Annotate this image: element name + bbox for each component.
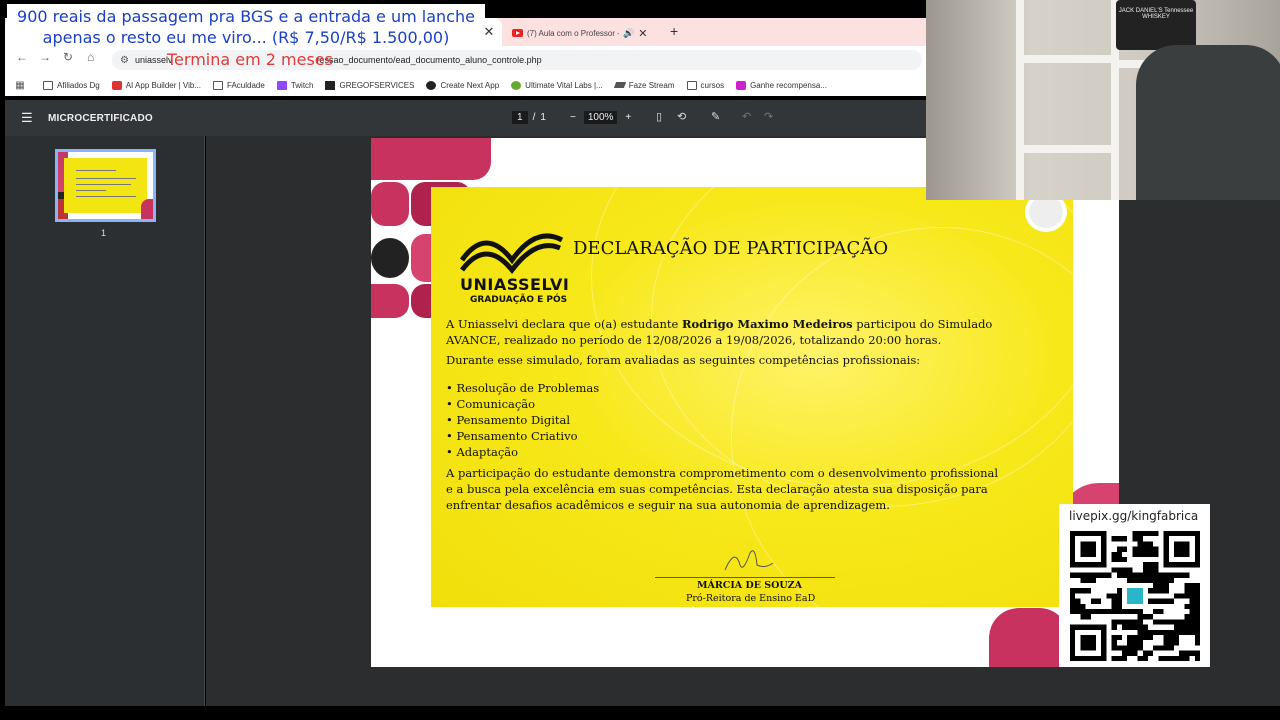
bookmark-label: cursos [700,80,725,90]
pdf-title: MICROCERTIFICADO [48,113,153,124]
new-tab-button[interactable]: + [670,23,678,39]
folder-icon [213,80,223,90]
undo-icon[interactable]: ↶ [742,110,751,123]
bookmark-icon [426,80,437,90]
annotate-icon[interactable]: ✎ [711,110,720,123]
bookmark-label: Ultimate Vital Labs |... [525,80,603,90]
bookmark-label: Faze Stream [628,80,675,90]
certificate-paragraph-2: Durante esse simulado, foram avaliadas a… [446,353,921,367]
bookmark-icon [111,80,122,90]
bookmark-label: Afiliados Dg [57,80,100,90]
bookmark-icon [511,80,522,90]
bookmark-label: Twitch [290,80,314,90]
youtube-icon [512,29,523,37]
speaker-icon[interactable]: 🔊 [623,28,634,39]
rotate-icon[interactable]: ⟲ [677,110,686,123]
bookmark-icon [325,80,336,90]
page-selector: 1 / 1 [512,111,546,124]
certificate-title: DECLARAÇÃO DE PARTICIPAÇÃO [573,238,889,259]
bookmark-icon [613,82,626,88]
back-icon[interactable]: ← [16,50,28,64]
logo-name: UNIASSELVI [460,275,570,294]
signer-name: MÁRCIA DE SOUZA [697,580,802,591]
skill-item: Pensamento Digital [446,412,599,428]
zoom-out-icon[interactable]: − [570,112,576,123]
folder-icon [686,80,697,90]
webcam-feed: JACK DANIEL'S Tennessee WHISKEY [926,0,1280,200]
gaming-chair [1136,45,1280,200]
qr-code-icon [1070,531,1200,661]
bookmark-item[interactable]: Create Next App [426,80,500,90]
bookmark-item[interactable]: Ganhe recompensa... [736,80,827,90]
fit-page-icon[interactable]: ▯ [656,110,662,123]
skills-list: Resolução de Problemas Comunicação Pensa… [446,380,599,460]
home-icon[interactable]: ⌂ [87,50,94,64]
bookmark-label: AI App Builder | Vib... [125,80,201,90]
bookmark-item[interactable]: GREGOFSERVICES [325,80,415,90]
bookmark-item[interactable]: AI App Builder | Vib... [111,80,201,90]
zoom-control: − 100% + [570,111,631,124]
skill-item: Pensamento Criativo [446,428,599,444]
bookmark-label: Create Next App [440,80,500,90]
bookmark-item[interactable]: cursos [686,80,725,90]
signer-role: Pró-Reitora de Ensino EaD [686,593,816,604]
signature-line [655,577,835,578]
whiskey-poster: JACK DANIEL'S Tennessee WHISKEY [1116,0,1196,50]
url-suffix: ressao_documento/ead_documento_aluno_con… [316,55,542,65]
banner-line-2: apenas o resto eu me viro... (R$ 7,50/R$… [42,28,450,47]
skill-item: Comunicação [446,396,599,412]
reload-icon[interactable]: ↻ [63,50,73,64]
close-tab-icon[interactable]: ✕ [638,27,647,40]
zoom-input[interactable]: 100% [583,111,618,124]
tab-youtube[interactable]: (7) Aula com o Professor - I 🔊 ✕ [506,22,662,44]
zoom-in-icon[interactable]: + [625,112,631,123]
apps-grid-icon[interactable]: ▦ [11,80,29,91]
countdown-text: Termina em 2 meses [167,50,333,69]
page-thumbnail[interactable] [55,149,156,222]
student-name: Rodrigo Maximo Medeiros [681,317,853,331]
bookmark-label: GREGOFSERVICES [339,80,415,90]
logo-subtitle: GRADUAÇÃO E PÓS [470,295,568,305]
tab-title: (7) Aula com o Professor - I [527,28,619,38]
bookmark-item[interactable]: Ultimate Vital Labs |... [511,80,603,90]
bookmark-item[interactable]: Twitch [276,80,314,90]
total-pages: 1 [540,112,546,123]
donation-goal-banner: 900 reais da passagem pra BGS e a entrad… [7,4,485,48]
bookmark-label: FAculdade [227,80,265,90]
certificate-paragraph-3: A participação do estudante demonstra co… [446,466,999,512]
stream-frame: ✕ (7) Aula com o Professor - I 🔊 ✕ + ← →… [0,0,1280,720]
bookmark-icon [276,80,287,90]
forward-icon[interactable]: → [39,50,51,64]
site-settings-icon[interactable]: ⚙ [120,55,129,66]
qr-url: livepix.gg/kingfabrica [1069,509,1199,523]
pdf-toolbar: ☰ MICROCERTIFICADO 1 / 1 − 100% + ▯ ⟲ ✎ … [5,100,926,136]
menu-icon[interactable]: ☰ [21,110,33,126]
page-input[interactable]: 1 [512,111,528,124]
redo-icon[interactable]: ↷ [764,110,773,123]
thumbnail-number: 1 [101,228,107,238]
folder-icon [43,80,53,90]
page-separator: / [532,112,536,123]
bookmark-icon [736,80,747,90]
bookmark-item[interactable]: Faze Stream [613,80,675,90]
signature-icon [724,550,774,571]
skill-item: Resolução de Problemas [446,380,599,396]
bookmark-label: Ganhe recompensa... [750,80,827,90]
certificate-paragraph-1: A Uniasselvi declara que o(a) estudante … [446,317,993,347]
banner-line-1: 900 reais da passagem pra BGS e a entrad… [17,7,475,26]
bookmark-item[interactable]: FAculdade [213,80,265,90]
bookmarks-bar: ▦ Afiliados Dg AI App Builder | Vib... FAc… [5,74,926,96]
skill-item: Adaptação [446,444,599,460]
uniasselvi-logo-icon [460,233,564,275]
bookmark-item[interactable]: Afiliados Dg [43,80,100,90]
